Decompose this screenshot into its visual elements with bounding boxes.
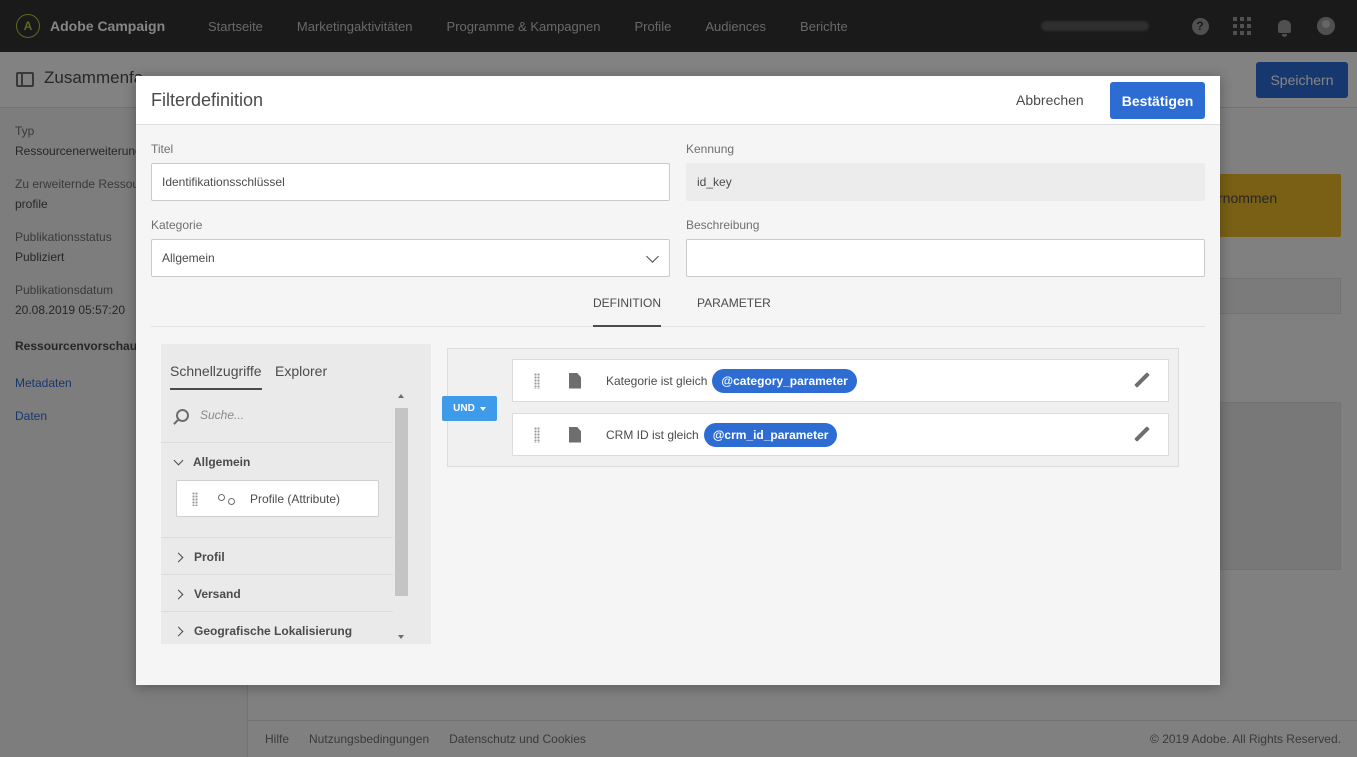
filter-definition-dialog: Filterdefinition Abbrechen Bestätigen Ti… xyxy=(136,76,1220,685)
tab-parameter[interactable]: PARAMETER xyxy=(697,296,771,327)
palette-search[interactable]: Suche... xyxy=(176,408,244,422)
operator-label: UND xyxy=(453,403,475,414)
scroll-up-arrow-icon[interactable] xyxy=(398,394,404,398)
group-profil[interactable]: Profil xyxy=(173,550,225,564)
edit-pencil-icon[interactable] xyxy=(1133,427,1149,443)
chevron-right-icon xyxy=(173,626,184,636)
identifier-label: Kennung xyxy=(686,142,735,156)
group-geografische-lokalisierung[interactable]: Geografische Lokalisierung xyxy=(173,624,353,638)
search-placeholder: Suche... xyxy=(200,408,245,422)
divider xyxy=(161,574,393,575)
description-label: Beschreibung xyxy=(686,218,760,232)
drag-handle-icon[interactable] xyxy=(534,372,540,389)
dialog-tabs: DEFINITION PARAMETER xyxy=(151,286,1205,327)
category-selected-value: Allgemein xyxy=(162,251,215,265)
condition-text: CRM ID ist gleich xyxy=(606,427,699,442)
palette-scrollbar[interactable] xyxy=(395,394,408,644)
palette-item-label: Profile (Attribute) xyxy=(250,491,341,506)
condition-row[interactable]: CRM ID ist gleich @crm_id_parameter xyxy=(512,413,1169,456)
palette-panel: Schnellzugriffe Explorer Suche... Allgem… xyxy=(161,344,431,644)
link-icon xyxy=(218,493,236,505)
divider xyxy=(161,611,393,612)
scroll-down-arrow-icon[interactable] xyxy=(398,635,404,639)
tab-definition[interactable]: DEFINITION xyxy=(593,296,661,327)
chevron-down-icon xyxy=(646,250,659,263)
description-input[interactable] xyxy=(686,239,1205,277)
operator-dropdown[interactable]: UND xyxy=(442,396,497,421)
parameter-pill: @crm_id_parameter xyxy=(703,422,838,447)
parameter-pill: @category_parameter xyxy=(712,368,857,393)
query-canvas: UND Kategorie ist gleich @category_param… xyxy=(442,348,1179,467)
group-label: Geografische Lokalisierung xyxy=(194,624,353,638)
divider xyxy=(161,537,393,538)
title-label: Titel xyxy=(151,142,174,156)
chevron-right-icon xyxy=(173,552,184,562)
search-icon xyxy=(176,408,189,422)
cancel-button[interactable]: Abbrechen xyxy=(1016,92,1084,108)
caret-down-icon xyxy=(479,406,486,411)
title-input[interactable]: Identifikationsschlüssel xyxy=(151,163,670,201)
document-icon xyxy=(569,372,581,389)
drag-handle-icon[interactable] xyxy=(192,491,198,506)
drag-handle-icon[interactable] xyxy=(534,426,540,443)
document-icon xyxy=(569,426,581,443)
group-label: Versand xyxy=(194,587,241,601)
dialog-header: Filterdefinition Abbrechen Bestätigen xyxy=(136,76,1220,125)
tab-quick-access[interactable]: Schnellzugriffe xyxy=(170,363,262,390)
edit-pencil-icon[interactable] xyxy=(1133,373,1149,389)
group-label: Profil xyxy=(194,550,225,564)
confirm-button[interactable]: Bestätigen xyxy=(1110,82,1205,119)
group-versand[interactable]: Versand xyxy=(173,587,241,601)
palette-item-profile-attributes[interactable]: Profile (Attribute) xyxy=(176,480,379,517)
category-label: Kategorie xyxy=(151,218,203,232)
category-select[interactable]: Allgemein xyxy=(151,239,670,277)
scrollbar-thumb[interactable] xyxy=(395,408,408,596)
chevron-right-icon xyxy=(173,589,184,599)
group-allgemein[interactable]: Allgemein xyxy=(173,455,251,469)
chevron-down-icon xyxy=(173,455,184,465)
dialog-title: Filterdefinition xyxy=(151,90,264,110)
condition-row[interactable]: Kategorie ist gleich @category_parameter xyxy=(512,359,1169,402)
tab-explorer[interactable]: Explorer xyxy=(275,363,327,390)
identifier-input: id_key xyxy=(686,163,1205,201)
condition-text: Kategorie ist gleich xyxy=(606,373,708,388)
divider xyxy=(161,442,393,443)
group-label: Allgemein xyxy=(193,455,251,469)
